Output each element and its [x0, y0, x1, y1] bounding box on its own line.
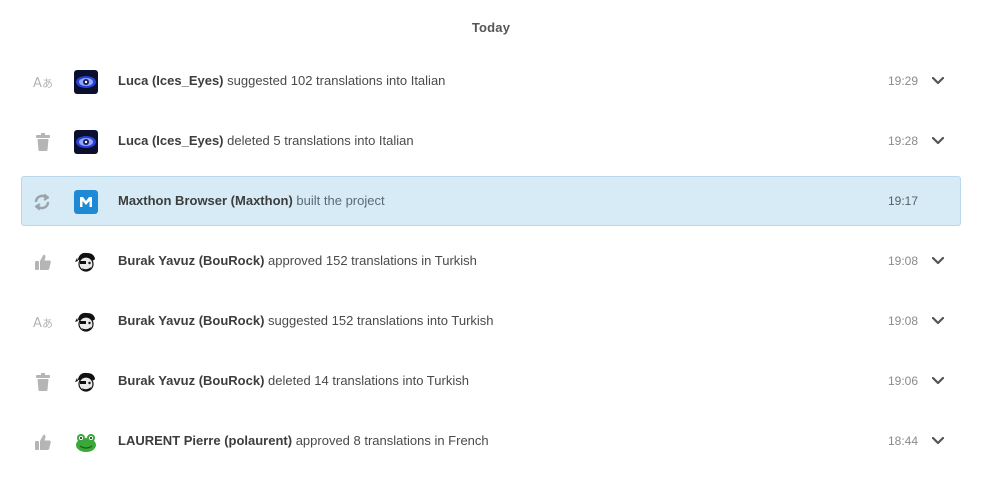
activity-action: suggested 152 translations into Turkish [268, 313, 494, 328]
activity-time: 19:08 [887, 254, 918, 268]
activity-feed: Aあ Luca (Ices_Eyes) suggested 102 transl… [21, 56, 961, 476]
translate-icon: Aあ [33, 312, 53, 332]
svg-text:あ: あ [42, 77, 53, 90]
chevron-down-icon[interactable] [930, 74, 946, 88]
activity-time: 19:29 [887, 74, 918, 88]
activity-message: Burak Yavuz (BouRock) approved 152 trans… [118, 253, 477, 268]
trash-icon [33, 132, 53, 152]
activity-row[interactable]: Aあ Burak Yavuz (BouRock) suggested 152 t… [21, 296, 961, 346]
activity-row[interactable]: Burak Yavuz (BouRock) deleted 14 transla… [21, 356, 961, 406]
activity-time: 19:28 [887, 134, 918, 148]
actor-link[interactable]: Maxthon Browser (Maxthon) [118, 193, 293, 208]
chevron-down-icon[interactable] [930, 314, 946, 328]
activity-action: approved 152 translations in Turkish [268, 253, 477, 268]
actor-link[interactable]: Luca (Ices_Eyes) [118, 133, 224, 148]
activity-row[interactable]: Luca (Ices_Eyes) deleted 5 translations … [21, 116, 961, 166]
thumbs-up-icon [33, 252, 53, 272]
actor-link[interactable]: LAURENT Pierre (polaurent) [118, 433, 292, 448]
activity-row[interactable]: LAURENT Pierre (polaurent) approved 8 tr… [21, 416, 961, 466]
activity-row[interactable]: Burak Yavuz (BouRock) approved 152 trans… [21, 236, 961, 286]
activity-row[interactable]: Aあ Luca (Ices_Eyes) suggested 102 transl… [21, 56, 961, 106]
activity-row-highlighted[interactable]: Maxthon Browser (Maxthon) built the proj… [21, 176, 961, 226]
activity-action: built the project [296, 193, 385, 208]
activity-time: 19:06 [887, 374, 918, 388]
activity-action: deleted 5 translations into Italian [227, 133, 414, 148]
pirate-avatar[interactable] [74, 310, 98, 334]
activity-message: Luca (Ices_Eyes) suggested 102 translati… [118, 73, 445, 88]
actor-link[interactable]: Burak Yavuz (BouRock) [118, 313, 264, 328]
pirate-avatar[interactable] [74, 370, 98, 394]
activity-message: Burak Yavuz (BouRock) suggested 152 tran… [118, 313, 494, 328]
activity-time: 19:17 [887, 194, 918, 208]
maxthon-logo[interactable] [74, 190, 98, 214]
actor-link[interactable]: Burak Yavuz (BouRock) [118, 373, 264, 388]
svg-text:あ: あ [42, 317, 53, 330]
frog-avatar[interactable] [74, 430, 98, 454]
svg-text:A: A [33, 76, 42, 90]
activity-message: Luca (Ices_Eyes) deleted 5 translations … [118, 133, 414, 148]
activity-time: 19:08 [887, 314, 918, 328]
activity-time: 18:44 [887, 434, 918, 448]
refresh-icon [32, 192, 52, 212]
translate-icon: Aあ [33, 72, 53, 92]
thumbs-up-icon [33, 432, 53, 452]
activity-action: approved 8 translations in French [295, 433, 489, 448]
chevron-down-icon[interactable] [930, 134, 946, 148]
activity-message: Burak Yavuz (BouRock) deleted 14 transla… [118, 373, 469, 388]
pirate-avatar[interactable] [74, 250, 98, 274]
chevron-down-icon[interactable] [930, 434, 946, 448]
actor-link[interactable]: Luca (Ices_Eyes) [118, 73, 224, 88]
activity-message: LAURENT Pierre (polaurent) approved 8 tr… [118, 433, 489, 448]
eye-avatar[interactable] [74, 70, 98, 94]
chevron-down-icon[interactable] [930, 374, 946, 388]
svg-text:A: A [33, 316, 42, 330]
activity-action: suggested 102 translations into Italian [227, 73, 446, 88]
day-header: Today [471, 20, 511, 35]
trash-icon [33, 372, 53, 392]
chevron-down-icon[interactable] [930, 254, 946, 268]
activity-message: Maxthon Browser (Maxthon) built the proj… [118, 193, 385, 208]
actor-link[interactable]: Burak Yavuz (BouRock) [118, 253, 264, 268]
activity-action: deleted 14 translations into Turkish [268, 373, 469, 388]
eye-avatar[interactable] [74, 130, 98, 154]
